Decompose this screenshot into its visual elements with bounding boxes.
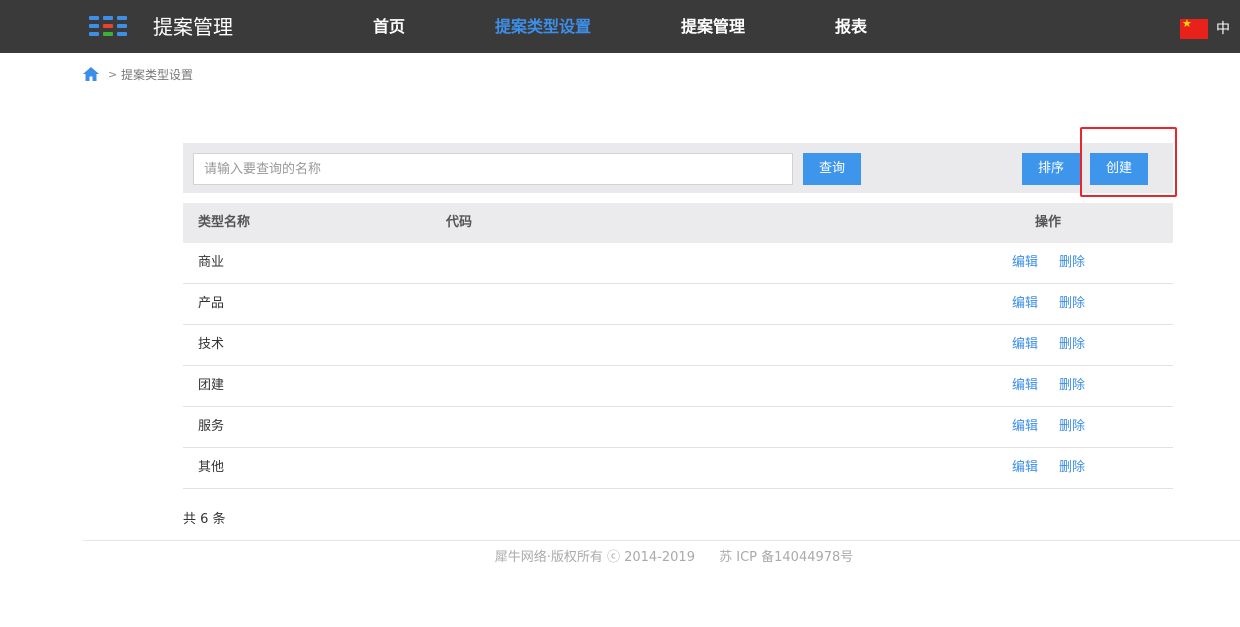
delete-link[interactable]: 删除 bbox=[1059, 378, 1085, 394]
row-type-name: 其他 bbox=[198, 460, 225, 475]
edit-link[interactable]: 编辑 bbox=[1012, 296, 1038, 312]
search-input[interactable] bbox=[193, 153, 793, 185]
type-table: 类型名称 代码 操作 商业 编辑 删除 产品 编辑 删除 技术 编辑 删除 团建… bbox=[183, 203, 1173, 489]
row-type-name: 商业 bbox=[198, 255, 225, 270]
app-logo-icon bbox=[89, 16, 129, 38]
nav-proposal-type-settings[interactable]: 提案类型设置 bbox=[495, 16, 591, 38]
total-count: 共 6 条 bbox=[183, 512, 226, 527]
edit-link[interactable]: 编辑 bbox=[1012, 255, 1038, 271]
nav-reports[interactable]: 报表 bbox=[835, 16, 867, 38]
home-icon[interactable] bbox=[82, 66, 100, 82]
china-flag-icon[interactable]: ★ bbox=[1180, 17, 1208, 39]
app-title: 提案管理 bbox=[153, 15, 233, 39]
row-type-name: 团建 bbox=[198, 378, 225, 393]
column-header-code: 代码 bbox=[446, 215, 473, 230]
breadcrumb-current: 提案类型设置 bbox=[121, 68, 194, 82]
search-toolbar: 查询 排序 创建 bbox=[183, 143, 1173, 193]
table-header: 类型名称 代码 操作 bbox=[183, 203, 1173, 243]
page-footer: 犀牛网络·版权所有 ⓒ 2014-2019 苏 ICP 备14044978号 bbox=[0, 549, 1240, 567]
table-row: 商业 编辑 删除 bbox=[183, 243, 1173, 284]
sort-button[interactable]: 排序 bbox=[1022, 153, 1080, 185]
footer-divider bbox=[83, 540, 1240, 541]
delete-link[interactable]: 删除 bbox=[1059, 460, 1085, 476]
table-row: 产品 编辑 删除 bbox=[183, 284, 1173, 325]
edit-link[interactable]: 编辑 bbox=[1012, 337, 1038, 353]
table-row: 其他 编辑 删除 bbox=[183, 448, 1173, 489]
edit-link[interactable]: 编辑 bbox=[1012, 460, 1038, 476]
footer-copyright: 犀牛网络·版权所有 ⓒ 2014-2019 bbox=[494, 550, 695, 565]
edit-link[interactable]: 编辑 bbox=[1012, 419, 1038, 435]
breadcrumb-separator: > bbox=[108, 68, 118, 81]
delete-link[interactable]: 删除 bbox=[1059, 296, 1085, 312]
delete-link[interactable]: 删除 bbox=[1059, 419, 1085, 435]
footer-icp[interactable]: 苏 ICP 备14044978号 bbox=[719, 550, 853, 565]
nav-proposal-management[interactable]: 提案管理 bbox=[681, 16, 745, 38]
column-header-actions: 操作 bbox=[1035, 215, 1062, 230]
table-row: 服务 编辑 删除 bbox=[183, 407, 1173, 448]
query-button[interactable]: 查询 bbox=[803, 153, 861, 185]
delete-link[interactable]: 删除 bbox=[1059, 337, 1085, 353]
row-type-name: 产品 bbox=[198, 296, 225, 311]
delete-link[interactable]: 删除 bbox=[1059, 255, 1085, 271]
row-type-name: 服务 bbox=[198, 419, 225, 434]
column-header-name: 类型名称 bbox=[198, 215, 251, 230]
row-type-name: 技术 bbox=[198, 337, 225, 352]
top-navbar: 提案管理 首页 提案类型设置 提案管理 报表 ★ 中 bbox=[0, 0, 1240, 53]
edit-link[interactable]: 编辑 bbox=[1012, 378, 1038, 394]
nav-home[interactable]: 首页 bbox=[373, 16, 405, 38]
language-switch[interactable]: 中 bbox=[1216, 19, 1230, 39]
table-row: 技术 编辑 删除 bbox=[183, 325, 1173, 366]
table-row: 团建 编辑 删除 bbox=[183, 366, 1173, 407]
create-button-highlight bbox=[1080, 127, 1177, 197]
